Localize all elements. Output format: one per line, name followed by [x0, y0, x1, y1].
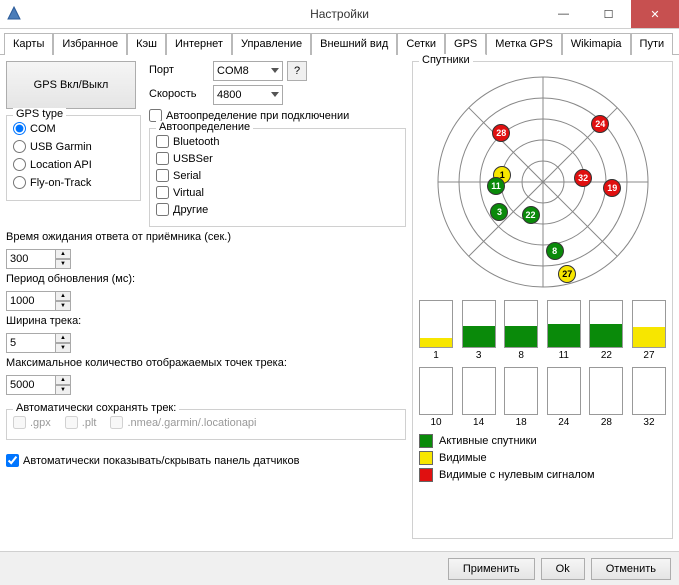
autoshow-checkbox[interactable]: Автоматически показывать/скрывать панель… [6, 454, 406, 467]
footer: Применить Ok Отменить [0, 551, 679, 585]
tab-управление[interactable]: Управление [232, 33, 311, 55]
autosave-gpx[interactable]: .gpx [13, 416, 51, 429]
autodetect-virtual[interactable]: Virtual [156, 186, 399, 199]
tab-избранное[interactable]: Избранное [53, 33, 127, 55]
maxpts-label: Максимальное количество отображаемых точ… [6, 357, 406, 369]
signal-bar-1: 1 [419, 300, 453, 361]
signal-bar-10: 10 [419, 367, 453, 428]
autosave-nmeagarminlocationapi[interactable]: .nmea/.garmin/.locationapi [110, 416, 256, 429]
autosave-group: Автоматически сохранять трек: .gpx.plt.n… [6, 409, 406, 440]
sat-22: 22 [522, 206, 540, 224]
signal-bar-32: 32 [632, 367, 666, 428]
legend-zero: Видимые с нулевым сигналом [419, 468, 666, 482]
satellites-group: Спутники 24281911132223827 138112227 101… [412, 61, 673, 539]
tab-кэш[interactable]: Кэш [127, 33, 166, 55]
tab-gps[interactable]: GPS [445, 33, 486, 55]
signal-bar-11: 11 [547, 300, 581, 361]
tabstrip: КартыИзбранноеКэшИнтернетУправлениеВнешн… [0, 29, 679, 55]
signal-bar-14: 14 [462, 367, 496, 428]
minimize-button[interactable]: — [541, 0, 586, 28]
legend-visible: Видимые [419, 451, 666, 465]
apply-button[interactable]: Применить [448, 558, 535, 580]
signal-bar-24: 24 [547, 367, 581, 428]
maximize-button[interactable]: ☐ [586, 0, 631, 28]
signal-bar-28: 28 [589, 367, 623, 428]
signal-bar-27: 27 [632, 300, 666, 361]
ok-button[interactable]: Ok [541, 558, 585, 580]
legend-active: Активные спутники [419, 434, 666, 448]
sat-11: 11 [487, 177, 505, 195]
gps-type-com[interactable]: COM [13, 122, 134, 135]
tab-пути[interactable]: Пути [631, 33, 674, 55]
gps-toggle-button[interactable]: GPS Вкл/Выкл [6, 61, 136, 109]
sat-32: 32 [574, 169, 592, 187]
sat-28: 28 [492, 124, 510, 142]
gps-type-group: GPS type COMUSB GarminLocation APIFly-on… [6, 115, 141, 201]
sat-27: 27 [558, 265, 576, 283]
tab-метка gps[interactable]: Метка GPS [486, 33, 562, 55]
maxpts-input[interactable]: ▲▼ [6, 375, 406, 395]
port-label: Порт [149, 64, 209, 76]
signal-bar-22: 22 [589, 300, 623, 361]
autodetect-serial[interactable]: Serial [156, 169, 399, 182]
width-input[interactable]: ▲▼ [6, 333, 406, 353]
port-select[interactable]: COM8 [213, 61, 283, 81]
timeout-label: Время ожидания ответа от приёмника (сек.… [6, 231, 406, 243]
period-input[interactable]: ▲▼ [6, 291, 406, 311]
gps-type-usb-garmin[interactable]: USB Garmin [13, 140, 134, 153]
autosave-plt[interactable]: .plt [65, 416, 97, 429]
autodetect-group: Автоопределение BluetoothUSBSerSerialVir… [149, 128, 406, 227]
gps-type-location-api[interactable]: Location API [13, 158, 134, 171]
sat-24: 24 [591, 115, 609, 133]
timeout-input[interactable]: ▲▼ [6, 249, 406, 269]
tab-wikimapia[interactable]: Wikimapia [562, 33, 631, 55]
autodetect-usbser[interactable]: USBSer [156, 152, 399, 165]
tab-сетки[interactable]: Сетки [397, 33, 445, 55]
tab-внешний вид[interactable]: Внешний вид [311, 33, 397, 55]
signal-bar-3: 3 [462, 300, 496, 361]
close-button[interactable]: ✕ [631, 0, 679, 28]
width-label: Ширина трека: [6, 315, 406, 327]
speed-label: Скорость [149, 88, 209, 100]
signal-bar-8: 8 [504, 300, 538, 361]
gps-type-fly-on-track[interactable]: Fly-on-Track [13, 176, 134, 189]
autodetect-bluetooth[interactable]: Bluetooth [156, 135, 399, 148]
sat-19: 19 [603, 179, 621, 197]
cancel-button[interactable]: Отменить [591, 558, 671, 580]
tab-интернет[interactable]: Интернет [166, 33, 232, 55]
titlebar: Настройки — ☐ ✕ [0, 0, 679, 29]
sat-8: 8 [546, 242, 564, 260]
speed-select[interactable]: 4800 [213, 85, 283, 105]
tab-карты[interactable]: Карты [4, 33, 53, 55]
signal-bar-18: 18 [504, 367, 538, 428]
period-label: Период обновления (мс): [6, 273, 406, 285]
skyplot: 24281911132223827 [433, 72, 653, 292]
port-help-button[interactable]: ? [287, 61, 307, 81]
autodetect-другие[interactable]: Другие [156, 203, 399, 216]
sat-3: 3 [490, 203, 508, 221]
